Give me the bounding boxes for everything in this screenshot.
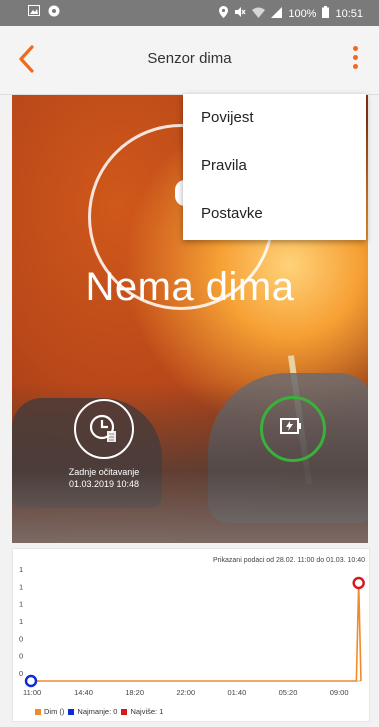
- image-notification-icon: [28, 5, 40, 20]
- x-tick-label: 11:00: [23, 688, 41, 697]
- battery-icon: [322, 6, 330, 21]
- overflow-menu-button[interactable]: [345, 42, 365, 76]
- y-tick-label: 0: [19, 652, 23, 661]
- battery-percent: 100%: [288, 7, 317, 20]
- menu-item-povijest[interactable]: Povijest: [183, 94, 366, 142]
- smoke-history-chart[interactable]: Prikazani podaci od 28.02. 11:00 do 01.0…: [12, 548, 370, 722]
- legend-item: Dim (): [35, 707, 64, 716]
- overflow-dot: [352, 46, 358, 51]
- max-marker: [352, 576, 365, 590]
- x-tick-label: 22:00: [176, 688, 195, 697]
- x-tick-label: 01:40: [228, 688, 247, 697]
- series-line-dim: [31, 582, 362, 682]
- last-reading-time: 01.03.2019 10:48: [68, 479, 140, 489]
- legend-item: Najmanje: 0: [68, 707, 117, 716]
- location-icon: [219, 6, 229, 21]
- legend-item: Najviše: 1: [121, 707, 163, 716]
- last-reading-title: Zadnje očitavanje: [68, 467, 140, 477]
- overflow-menu: Povijest Pravila Postavke: [183, 94, 366, 240]
- legend-swatch: [68, 708, 75, 715]
- chart-legend: Dim () Najmanje: 0 Najviše: 1: [35, 707, 163, 716]
- menu-item-pravila[interactable]: Pravila: [183, 142, 366, 190]
- y-tick-label: 0: [19, 634, 23, 643]
- min-marker: [24, 674, 38, 688]
- clock-history-icon: [89, 414, 116, 442]
- x-tick-label: 05:20: [279, 688, 298, 697]
- y-tick-label: 1: [19, 600, 23, 609]
- x-tick-label: 18:20: [125, 688, 144, 697]
- last-reading-label: Zadnje očitavanje 01.03.2019 10:48: [44, 466, 164, 490]
- app-screen: 100% 10:51 Senzor dima Nema dima Zadnje …: [0, 0, 379, 727]
- legend-label: Najviše: 1: [130, 707, 164, 716]
- legend-label: Najmanje: 0: [77, 707, 118, 716]
- wifi-icon: [252, 7, 266, 21]
- page-title: Senzor dima: [147, 50, 232, 67]
- app-bar: Senzor dima: [0, 26, 379, 95]
- battery-status-button[interactable]: [260, 396, 326, 462]
- y-tick-label: 1: [19, 582, 23, 591]
- status-bar: 100% 10:51: [0, 0, 379, 26]
- x-tick-label: 09:00: [330, 688, 349, 697]
- y-tick-label: 1: [19, 617, 23, 626]
- last-reading-button[interactable]: [74, 399, 134, 459]
- chart-canvas: 1 1 1 1 0 0 0 11:00 14:40 18:20 22:00 01:40 05:20 09:…: [19, 565, 365, 697]
- overflow-dot: [352, 64, 358, 69]
- mute-icon: [234, 6, 246, 21]
- y-tick-label: 0: [19, 669, 23, 678]
- clock: 10:51: [335, 7, 363, 20]
- smoke-status-text: Nema dima: [85, 265, 295, 309]
- y-tick-label: 1: [19, 565, 23, 574]
- legend-swatch: [121, 708, 128, 715]
- legend-label: Dim (): [44, 707, 65, 716]
- sync-notification-icon: [48, 5, 60, 20]
- menu-item-postavke[interactable]: Postavke: [183, 190, 366, 238]
- signal-icon: [271, 6, 283, 21]
- legend-swatch: [35, 708, 41, 715]
- overflow-dot: [352, 55, 358, 60]
- battery-charging-icon: [280, 418, 301, 434]
- x-tick-label: 14:40: [74, 688, 93, 697]
